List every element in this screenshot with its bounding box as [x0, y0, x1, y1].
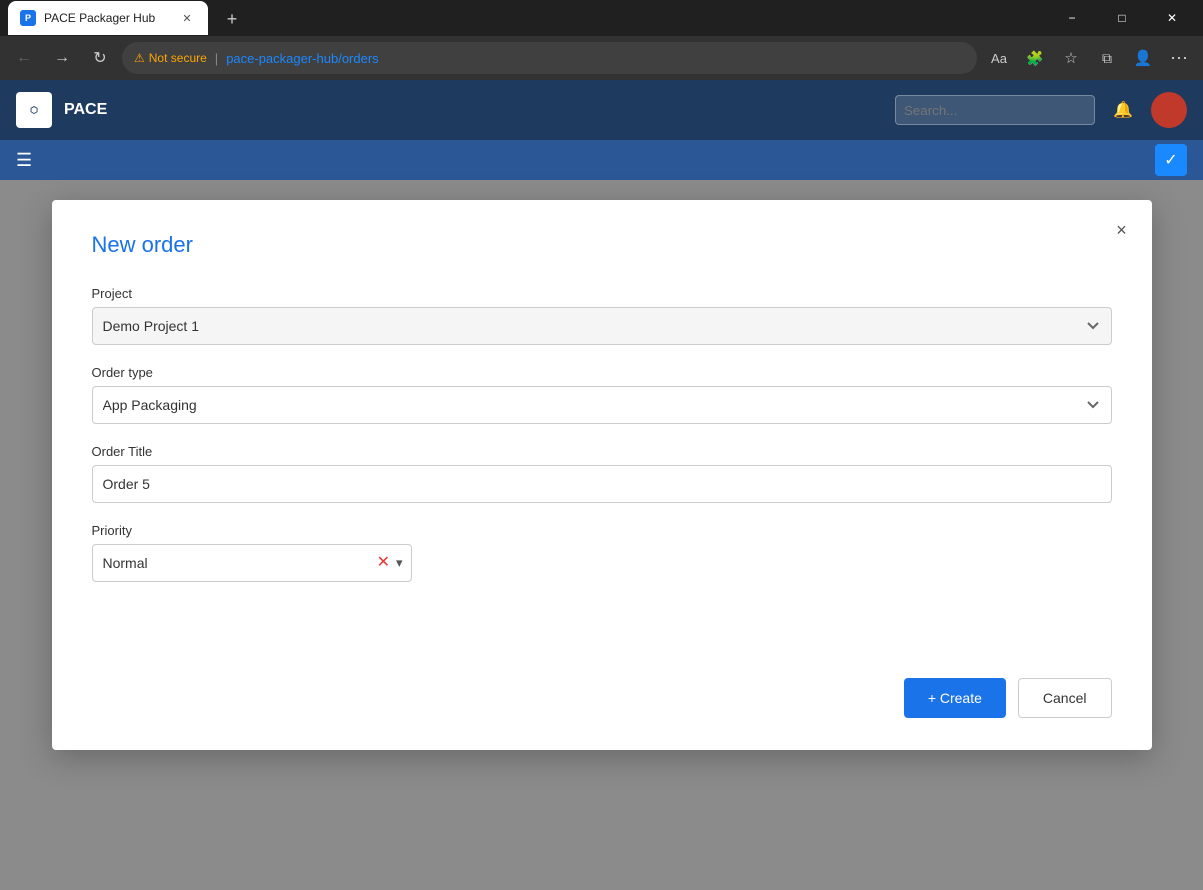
header-search-input[interactable]: [895, 95, 1095, 125]
browser-settings-button[interactable]: Aa: [983, 42, 1015, 74]
tab-favicon: P: [20, 10, 36, 26]
tab-close-button[interactable]: ✕: [178, 9, 196, 27]
new-order-modal: × New order Project Demo Project 1 Order…: [52, 200, 1152, 750]
modal-overlay: × New order Project Demo Project 1 Order…: [0, 180, 1203, 890]
order-type-select[interactable]: App Packaging App Repackaging Other: [92, 386, 1112, 424]
modal-title: New order: [92, 232, 1112, 258]
modal-footer: + Create Cancel: [92, 662, 1112, 718]
project-select[interactable]: Demo Project 1: [92, 307, 1112, 345]
back-button[interactable]: ←: [8, 42, 40, 74]
warning-icon: ⚠: [134, 51, 145, 65]
confirm-nav-button[interactable]: ✓: [1155, 144, 1187, 176]
app-title: PACE: [64, 101, 107, 119]
priority-field-group: Priority Normal ✕ ▾: [92, 523, 1112, 582]
collections-button[interactable]: ⧉: [1091, 42, 1123, 74]
browser-tab-active[interactable]: P PACE Packager Hub ✕: [8, 1, 208, 35]
order-type-label: Order type: [92, 365, 1112, 380]
close-window-button[interactable]: ✕: [1149, 3, 1195, 33]
notifications-button[interactable]: 🔔: [1107, 94, 1139, 126]
address-bar[interactable]: ⚠ Not secure | pace-packager-hub/orders: [122, 42, 977, 74]
app-content: × New order Project Demo Project 1 Order…: [0, 180, 1203, 890]
create-button[interactable]: + Create: [904, 678, 1006, 718]
priority-label: Priority: [92, 523, 1112, 538]
modal-close-button[interactable]: ×: [1108, 216, 1136, 244]
favorites-button[interactable]: ☆: [1055, 42, 1087, 74]
security-warning: ⚠ Not secure: [134, 51, 207, 65]
profile-button[interactable]: 👤: [1127, 42, 1159, 74]
app-nav-bar: ☰ ✓: [0, 140, 1203, 180]
window-controls: − □ ✕: [1049, 3, 1195, 33]
maximize-button[interactable]: □: [1099, 3, 1145, 33]
priority-clear-button[interactable]: ✕: [377, 555, 390, 571]
order-title-label: Order Title: [92, 444, 1112, 459]
address-separator: |: [215, 51, 218, 66]
browser-nav-bar: ← → ↻ ⚠ Not secure | pace-packager-hub/o…: [0, 36, 1203, 80]
browser-nav-actions: Aa 🧩 ☆ ⧉ 👤 ⋯: [983, 42, 1195, 74]
extensions-button[interactable]: 🧩: [1019, 42, 1051, 74]
new-tab-button[interactable]: +: [216, 3, 248, 35]
forward-button[interactable]: →: [46, 42, 78, 74]
cancel-button[interactable]: Cancel: [1018, 678, 1112, 718]
more-button[interactable]: ⋯: [1163, 42, 1195, 74]
order-title-field-group: Order Title: [92, 444, 1112, 503]
tab-title: PACE Packager Hub: [44, 11, 170, 25]
order-title-input[interactable]: [92, 465, 1112, 503]
project-label: Project: [92, 286, 1112, 301]
priority-chevron-down-icon: ▾: [396, 555, 403, 571]
address-text: pace-packager-hub/orders: [226, 51, 379, 66]
app-logo: ⬡: [16, 92, 52, 128]
priority-value: Normal: [103, 555, 377, 571]
refresh-button[interactable]: ↻: [84, 42, 116, 74]
minimize-button[interactable]: −: [1049, 3, 1095, 33]
project-field-group: Project Demo Project 1: [92, 286, 1112, 345]
app-header: ⬡ PACE 🔔: [0, 80, 1203, 140]
browser-title-bar: P PACE Packager Hub ✕ + − □ ✕: [0, 0, 1203, 36]
order-type-field-group: Order type App Packaging App Repackaging…: [92, 365, 1112, 424]
priority-select-wrapper[interactable]: Normal ✕ ▾: [92, 544, 412, 582]
user-avatar[interactable]: [1151, 92, 1187, 128]
app-area: ⬡ PACE 🔔 ☰ ✓ × New order Project Demo Pr…: [0, 80, 1203, 890]
hamburger-menu[interactable]: ☰: [16, 150, 32, 171]
